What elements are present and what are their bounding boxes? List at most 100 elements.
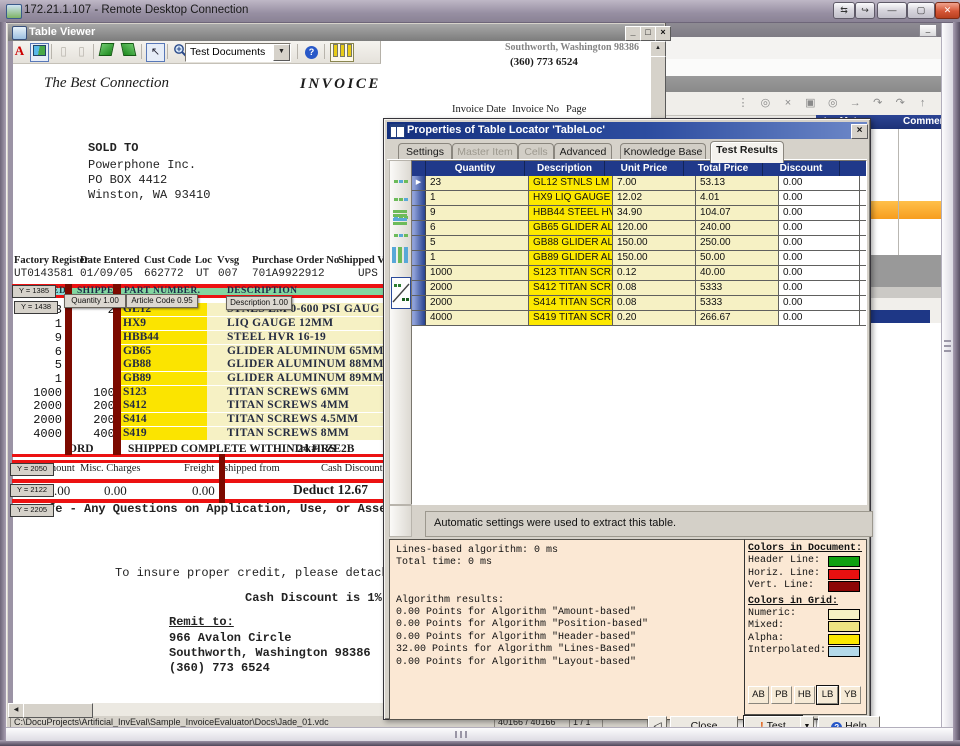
- page-header: Page: [566, 104, 586, 115]
- remit-line: (360) 773 6524: [169, 661, 270, 675]
- grid-row[interactable]: 2000S414 TITAN SCRE0.0853330.00: [412, 296, 866, 311]
- minimize-icon[interactable]: _: [625, 26, 641, 41]
- result-view-toolbar: [389, 160, 412, 505]
- table-viewer-titlebar[interactable]: Table Viewer _ □ ×: [8, 24, 664, 41]
- info-value: UT: [196, 268, 209, 280]
- grid-row[interactable]: 1000S123 TITAN SCRE0.1240.000.00: [412, 266, 866, 281]
- maximize-icon[interactable]: □: [640, 26, 656, 41]
- grid-row[interactable]: ▶23GL12 STNLS LM 0 -7.0053.130.00: [412, 176, 866, 191]
- charge-header: shipped from: [224, 463, 280, 474]
- info-value: 01/09/05: [80, 268, 133, 280]
- dialog-body: Quantity Description Unit Price Total Pr…: [387, 160, 867, 716]
- maximize-icon[interactable]: ▢: [907, 2, 935, 19]
- y-position-chip: Y = 1385: [12, 285, 56, 298]
- charge-value: 0.00: [104, 483, 127, 499]
- move-up-icon[interactable]: ↑: [915, 95, 931, 111]
- mixed-swatch: [828, 621, 860, 632]
- background-window-caption: _: [666, 22, 941, 37]
- info-header: Vvsg: [217, 255, 239, 266]
- row-selector-icon: ▶: [412, 176, 426, 190]
- scroll-up-icon[interactable]: ▲: [650, 41, 666, 57]
- y-position-chip: Y = 2205: [10, 504, 54, 517]
- horiz-line-swatch: [828, 569, 860, 580]
- cells-view-icon[interactable]: [391, 167, 409, 197]
- detach-line: To insure proper credit, please detach a…: [115, 566, 410, 580]
- rdp-hscrollbar[interactable]: [6, 727, 953, 741]
- table-icon: [390, 124, 405, 138]
- extraction-status-message: Automatic settings were used to extract …: [425, 511, 873, 537]
- log-line: 32.00 Points for Algorithm "Lines-Based": [396, 644, 751, 656]
- tab-test-results[interactable]: Test Results: [710, 141, 784, 163]
- vertical-lines-view-icon[interactable]: [391, 243, 409, 273]
- invoice-top-city: Southworth, Washington 98386: [505, 42, 639, 53]
- grid-header-unit-price: Unit Price: [605, 161, 684, 176]
- diagonal-grid-view-icon[interactable]: [391, 277, 411, 309]
- dialog-titlebar[interactable]: Properties of Table Locator 'TableLoc' ×: [387, 122, 867, 139]
- redo-icon[interactable]: ↷: [870, 95, 886, 111]
- minimize-icon[interactable]: _: [919, 24, 937, 37]
- close-icon[interactable]: ✕: [935, 2, 960, 19]
- close-icon[interactable]: ×: [851, 124, 868, 139]
- remote-desktop-screen: _ ⋮ ◎ × ▣ ◎ → ↷ ↷ ↑ ↓ ator Met Commen Fo…: [0, 0, 960, 746]
- table-viewer-icon: [12, 26, 27, 40]
- algorithm-yb-button[interactable]: YB: [840, 686, 861, 704]
- invoice-company-logo: The Best Connection: [44, 75, 169, 92]
- extracted-table-grid[interactable]: Quantity Description Unit Price Total Pr…: [411, 160, 867, 505]
- minimize-icon[interactable]: —: [877, 2, 907, 19]
- scroll-left-icon[interactable]: ◀: [8, 703, 24, 718]
- legend-item: Vert. Line:: [745, 580, 866, 593]
- legend-item: Interpolated:: [745, 645, 866, 658]
- close-icon[interactable]: ×: [655, 26, 671, 41]
- remit-line: 966 Avalon Circle: [169, 631, 291, 645]
- legend-item: Mixed:: [745, 620, 866, 633]
- legend-item: Numeric:: [745, 608, 866, 621]
- legend-doc-title: Colors in Document:: [748, 543, 866, 554]
- colors-legend: Colors in Document: Header Line: Horiz. …: [744, 539, 867, 715]
- charge-header: Cash Discount -: [321, 463, 389, 474]
- grid-row[interactable]: 5GB88 GLIDER ALU150.00250.000.00: [412, 236, 866, 251]
- find-next-icon[interactable]: ◎: [825, 95, 841, 111]
- redo2-icon[interactable]: ↷: [892, 95, 908, 111]
- rdp-titlebar[interactable]: 172.21.1.107 - Remote Desktop Connection: [0, 0, 960, 23]
- rdp-pin-button[interactable]: ⇆: [833, 2, 855, 19]
- find-icon[interactable]: ◎: [757, 95, 773, 111]
- discount-line: Cash Discount is 1% N: [245, 591, 396, 605]
- grid-row[interactable]: 4000S419 TITAN SCRE0.20266.670.00: [412, 311, 866, 326]
- grid-row[interactable]: 6GB65 GLIDER ALU120.00240.000.00: [412, 221, 866, 236]
- algorithm-lb-button[interactable]: LB: [817, 686, 838, 704]
- sold-to-line: PO BOX 4412: [88, 173, 167, 187]
- rdp-detach-button[interactable]: ↪: [855, 2, 875, 19]
- hscroll-thumb[interactable]: [23, 703, 93, 718]
- grid-header-row: Quantity Description Unit Price Total Pr…: [412, 161, 866, 176]
- algorithm-ab-button[interactable]: AB: [748, 686, 769, 704]
- delete-icon[interactable]: ×: [780, 95, 796, 111]
- info-header: Cust Code: [144, 255, 191, 266]
- log-line: 0.00 Points for Algorithm "Layout-based": [396, 657, 751, 669]
- column-score-tooltip: Description 1.00: [226, 296, 292, 310]
- header-line-swatch: [828, 556, 860, 567]
- interpolated-swatch: [828, 646, 860, 657]
- column-score-tooltip: Quantity 1.00: [64, 294, 126, 308]
- info-value: UPS: [358, 268, 378, 280]
- vertical-line-marker: [65, 284, 72, 455]
- grid-row[interactable]: 2000S412 TITAN SCRE0.0853330.00: [412, 281, 866, 296]
- charge-header: Misc. Charges: [80, 463, 140, 474]
- grid-row[interactable]: 1GB89 GLIDER ALU150.0050.000.00: [412, 251, 866, 266]
- window-icon[interactable]: ▣: [802, 95, 818, 111]
- grid-row[interactable]: 1HX9 LIQ GAUGE 1212.024.010.00: [412, 191, 866, 206]
- algorithm-pb-button[interactable]: PB: [771, 686, 792, 704]
- algorithm-hb-button[interactable]: HB: [794, 686, 815, 704]
- arrow-right-icon[interactable]: →: [847, 95, 863, 111]
- dialog-title: Properties of Table Locator 'TableLoc': [407, 124, 605, 136]
- table-viewer-title: Table Viewer: [29, 26, 95, 38]
- log-line: Total time: 0 ms: [396, 557, 751, 569]
- legend-grid-title: Colors in Grid:: [748, 596, 866, 607]
- log-line: 0.00 Points for Algorithm "Position-base…: [396, 619, 751, 631]
- grid-row[interactable]: 9HBB44 STEEL HVR34.90104.070.00: [412, 206, 866, 221]
- info-value: 662772: [144, 268, 184, 280]
- info-header: Date Entered: [80, 255, 140, 266]
- info-value: UT0143581: [14, 268, 73, 280]
- info-value: 701A9922912: [252, 268, 325, 280]
- horizontal-lines-view-icon[interactable]: [391, 205, 409, 235]
- y-position-chip: Y = 2122: [10, 484, 54, 497]
